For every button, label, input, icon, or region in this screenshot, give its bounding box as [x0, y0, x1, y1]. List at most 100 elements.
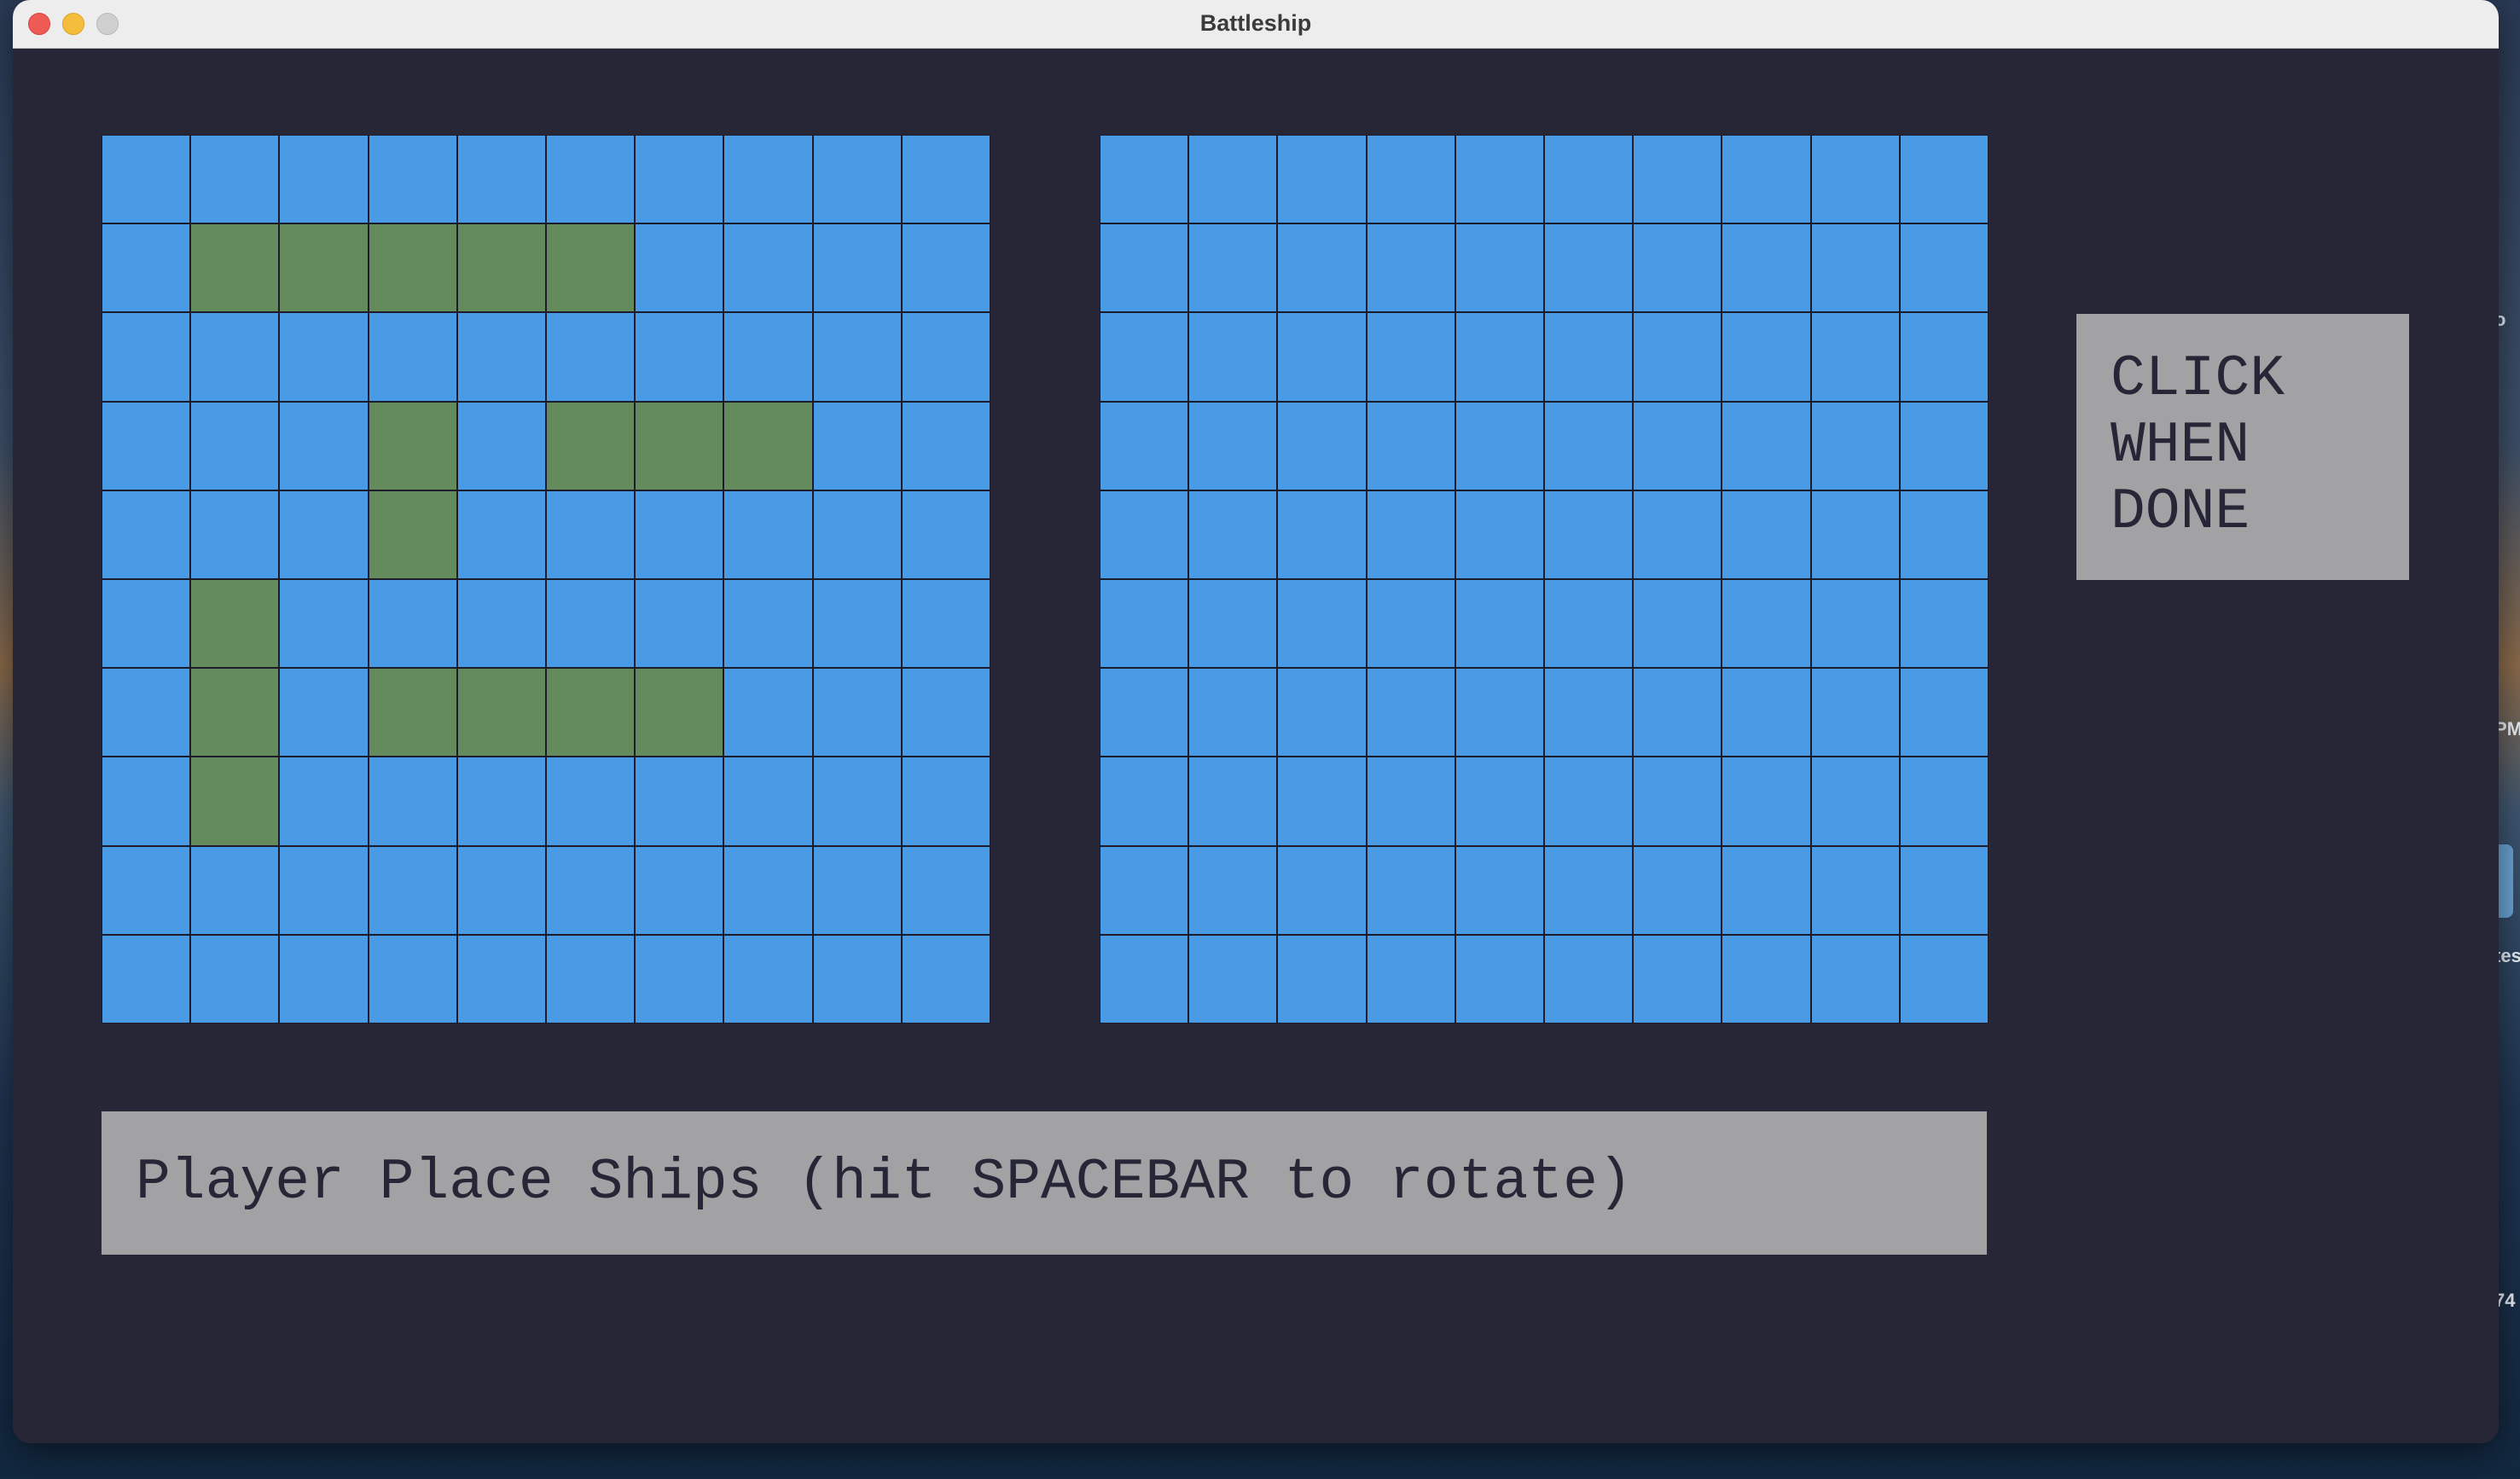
player-board-cell-ship[interactable] — [457, 669, 545, 757]
player-board-cell-water[interactable] — [457, 579, 545, 668]
enemy-board-cell-water[interactable] — [1100, 402, 1188, 490]
enemy-board-cell-water[interactable] — [1900, 402, 1988, 490]
enemy-board-cell-water[interactable] — [1900, 757, 1988, 845]
player-board-cell-water[interactable] — [724, 579, 812, 668]
enemy-board-cell-water[interactable] — [1544, 224, 1633, 312]
enemy-board-cell-water[interactable] — [1811, 669, 1899, 757]
enemy-board-cell-water[interactable] — [1367, 669, 1455, 757]
player-board-cell-water[interactable] — [369, 313, 456, 401]
enemy-board-cell-water[interactable] — [1367, 579, 1455, 668]
player-board-cell-ship[interactable] — [546, 669, 635, 757]
enemy-board-cell-water[interactable] — [1634, 313, 1722, 401]
enemy-board-cell-water[interactable] — [1544, 313, 1633, 401]
player-board-cell-water[interactable] — [369, 136, 456, 223]
enemy-board-cell-water[interactable] — [1189, 224, 1277, 312]
enemy-board-cell-water[interactable] — [1722, 402, 1810, 490]
player-board-cell-water[interactable] — [102, 757, 190, 845]
player-board-cell-water[interactable] — [457, 402, 545, 490]
player-board-cell-water[interactable] — [280, 136, 368, 223]
player-board-cell-water[interactable] — [280, 669, 368, 757]
player-board-cell-ship[interactable] — [191, 757, 279, 845]
enemy-board-cell-water[interactable] — [1900, 935, 1988, 1023]
enemy-board-cell-water[interactable] — [1100, 136, 1188, 223]
player-board-cell-water[interactable] — [191, 136, 279, 223]
enemy-board-cell-water[interactable] — [1189, 579, 1277, 668]
player-board-cell-ship[interactable] — [636, 669, 723, 757]
player-board-cell-water[interactable] — [191, 846, 279, 934]
player-board-cell-water[interactable] — [636, 136, 723, 223]
player-board-cell-water[interactable] — [636, 490, 723, 578]
enemy-board-cell-water[interactable] — [1278, 313, 1366, 401]
enemy-board-cell-water[interactable] — [1811, 579, 1899, 668]
enemy-board-cell-water[interactable] — [1900, 136, 1988, 223]
enemy-board-cell-water[interactable] — [1634, 757, 1722, 845]
player-board-cell-water[interactable] — [102, 313, 190, 401]
enemy-board-cell-water[interactable] — [1722, 846, 1810, 934]
enemy-board-cell-water[interactable] — [1811, 313, 1899, 401]
enemy-board-cell-water[interactable] — [1811, 935, 1899, 1023]
enemy-board-cell-water[interactable] — [1455, 579, 1543, 668]
enemy-board-cell-water[interactable] — [1455, 757, 1543, 845]
player-board-cell-water[interactable] — [636, 313, 723, 401]
enemy-board-cell-water[interactable] — [1634, 402, 1722, 490]
enemy-board[interactable] — [1100, 135, 1989, 1024]
player-board-cell-water[interactable] — [191, 402, 279, 490]
player-board-cell-water[interactable] — [280, 935, 368, 1023]
player-board-cell-water[interactable] — [813, 224, 901, 312]
player-board-cell-water[interactable] — [724, 490, 812, 578]
enemy-board-cell-water[interactable] — [1811, 757, 1899, 845]
enemy-board-cell-water[interactable] — [1278, 136, 1366, 223]
player-board-cell-water[interactable] — [280, 402, 368, 490]
player-board-cell-water[interactable] — [724, 669, 812, 757]
enemy-board-cell-water[interactable] — [1455, 136, 1543, 223]
enemy-board-cell-water[interactable] — [1278, 224, 1366, 312]
player-board-cell-ship[interactable] — [546, 224, 635, 312]
enemy-board-cell-water[interactable] — [1544, 669, 1633, 757]
player-board-cell-water[interactable] — [546, 313, 635, 401]
enemy-board-cell-water[interactable] — [1455, 935, 1543, 1023]
player-board-cell-water[interactable] — [636, 935, 723, 1023]
player-board-cell-water[interactable] — [724, 224, 812, 312]
player-board-cell-water[interactable] — [457, 757, 545, 845]
player-board-cell-water[interactable] — [102, 846, 190, 934]
enemy-board-cell-water[interactable] — [1278, 935, 1366, 1023]
enemy-board-cell-water[interactable] — [1634, 669, 1722, 757]
enemy-board-cell-water[interactable] — [1189, 846, 1277, 934]
enemy-board-cell-water[interactable] — [1100, 224, 1188, 312]
enemy-board-cell-water[interactable] — [1722, 136, 1810, 223]
enemy-board-cell-water[interactable] — [1634, 490, 1722, 578]
enemy-board-cell-water[interactable] — [1900, 846, 1988, 934]
enemy-board-cell-water[interactable] — [1634, 136, 1722, 223]
enemy-board-cell-water[interactable] — [1189, 402, 1277, 490]
enemy-board-cell-water[interactable] — [1100, 579, 1188, 668]
player-board-cell-water[interactable] — [902, 402, 990, 490]
player-board-cell-ship[interactable] — [724, 402, 812, 490]
player-board-cell-ship[interactable] — [191, 579, 279, 668]
player-board-cell-ship[interactable] — [280, 224, 368, 312]
player-board-cell-water[interactable] — [813, 313, 901, 401]
player-board-cell-water[interactable] — [457, 935, 545, 1023]
player-board-cell-ship[interactable] — [636, 402, 723, 490]
player-board-cell-water[interactable] — [724, 935, 812, 1023]
player-board-cell-water[interactable] — [546, 136, 635, 223]
enemy-board-cell-water[interactable] — [1455, 846, 1543, 934]
player-board-cell-water[interactable] — [902, 224, 990, 312]
click-when-done-button[interactable]: CLICK WHEN DONE — [2076, 314, 2409, 580]
enemy-board-cell-water[interactable] — [1189, 669, 1277, 757]
enemy-board-cell-water[interactable] — [1722, 579, 1810, 668]
player-board-cell-water[interactable] — [457, 846, 545, 934]
enemy-board-cell-water[interactable] — [1367, 313, 1455, 401]
enemy-board-cell-water[interactable] — [1189, 490, 1277, 578]
player-board-cell-water[interactable] — [102, 579, 190, 668]
enemy-board-cell-water[interactable] — [1189, 313, 1277, 401]
enemy-board-cell-water[interactable] — [1189, 136, 1277, 223]
player-board-cell-water[interactable] — [102, 669, 190, 757]
player-board-cell-water[interactable] — [724, 846, 812, 934]
enemy-board-cell-water[interactable] — [1722, 313, 1810, 401]
enemy-board-cell-water[interactable] — [1544, 402, 1633, 490]
player-board-cell-water[interactable] — [369, 935, 456, 1023]
player-board-cell-water[interactable] — [457, 313, 545, 401]
player-board-cell-water[interactable] — [369, 757, 456, 845]
player-board-cell-water[interactable] — [902, 313, 990, 401]
player-board-cell-water[interactable] — [280, 313, 368, 401]
